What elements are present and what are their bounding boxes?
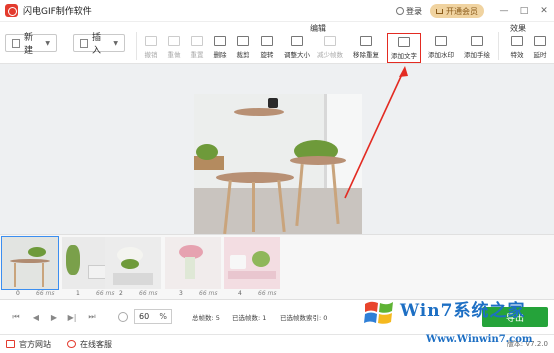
frame-thumb[interactable]: 4 66 ms [224, 237, 280, 299]
insert-icon [80, 38, 88, 48]
user-icon [396, 7, 404, 15]
group-label-edit: 编辑 [310, 24, 326, 33]
insert-button[interactable]: 插入 ▼ [73, 33, 125, 56]
zoom-icon[interactable] [118, 312, 128, 322]
rotate-button[interactable]: 旋转 [250, 36, 284, 62]
site-watermark: Win7系统之家 Www.Winwin7.com [360, 290, 554, 353]
frame-duration: 66 ms [258, 290, 277, 297]
toolbar: 新建 ▼ 插入 ▼ 编辑 效果 撤销 重做 重置 删除 裁剪 旋转 调整大小 减… [0, 22, 554, 64]
watermark-url: Www.Winwin7.com [426, 334, 533, 345]
frame-thumb-image [1, 236, 59, 290]
frame-thumb[interactable]: 0 66 ms [1, 236, 59, 299]
zoom-input[interactable]: 60 % [134, 309, 172, 324]
group-label-effects: 效果 [510, 24, 526, 33]
frame-thumb-image [224, 237, 280, 289]
support-label: 在线客服 [80, 339, 112, 349]
frame-index: 2 [119, 290, 123, 297]
frame-index: 4 [238, 290, 242, 297]
first-frame-icon[interactable]: ⏮ [10, 311, 22, 323]
chevron-down-icon: ▼ [45, 39, 50, 47]
watermark-icon [435, 36, 447, 46]
resize-icon [291, 36, 303, 46]
undo-icon [145, 36, 157, 46]
preview-mug [268, 98, 278, 108]
prev-frame-icon[interactable]: ◀ [30, 311, 42, 323]
vip-button[interactable]: 开通会员 [430, 4, 484, 18]
delete-icon [214, 36, 226, 46]
last-frame-icon[interactable]: ⏭ [86, 311, 98, 323]
add-handwriting-button[interactable]: 添加手绘 [460, 36, 494, 62]
reduce-frames-button[interactable]: 减少帧数 [313, 36, 347, 62]
preview-table-top-right [290, 156, 346, 165]
add-text-button[interactable]: 添加文字 [387, 33, 421, 63]
frame-thumb-image [165, 237, 221, 289]
crop-icon [237, 36, 249, 46]
selected-index: 已选帧数索引: 0 [280, 314, 328, 322]
crown-icon [436, 8, 443, 14]
new-button[interactable]: 新建 ▼ [5, 33, 57, 56]
editor-canvas [0, 64, 554, 234]
preview-plant [196, 144, 218, 160]
text-icon [398, 37, 410, 47]
person-icon [67, 340, 76, 348]
frame-duration: 66 ms [139, 290, 158, 297]
support-link[interactable]: 在线客服 [67, 339, 112, 350]
frame-index: 0 [16, 290, 20, 297]
monitor-icon [6, 340, 15, 348]
zoom-unit: % [159, 312, 167, 321]
title-bar: 闪电GIF制作软件 登录 开通会员 — □ ✕ [0, 0, 554, 22]
clock-icon [534, 36, 546, 46]
total-frames: 总帧数: 5 [192, 314, 220, 322]
frame-thumb-image [105, 237, 161, 289]
toolbar-divider [498, 32, 499, 60]
effects-icon [511, 36, 523, 46]
frame-index: 1 [76, 290, 80, 297]
rotate-icon [261, 36, 273, 46]
title-bar-right: 登录 开通会员 — □ ✕ [396, 0, 554, 22]
new-file-icon [12, 38, 20, 48]
frame-duration: 66 ms [199, 290, 218, 297]
pen-icon [471, 36, 483, 46]
selected-frames: 已选帧数: 1 [232, 314, 267, 322]
reset-icon [191, 36, 203, 46]
insert-label: 插入 [91, 33, 101, 56]
delay-button[interactable]: 延时 [523, 36, 554, 62]
app-logo-icon [5, 4, 18, 17]
preview-table-top-high [234, 108, 284, 116]
watermark-brand: Win7系统之家 [400, 301, 526, 321]
chevron-down-icon: ▼ [113, 39, 118, 47]
new-label: 新建 [23, 33, 33, 56]
login-label: 登录 [406, 6, 422, 16]
frame-preview[interactable] [194, 94, 362, 234]
reduce-frames-icon [324, 36, 336, 46]
login-button[interactable]: 登录 [396, 6, 422, 17]
frame-thumb[interactable]: 2 66 ms [105, 237, 161, 299]
minimize-icon[interactable]: — [494, 0, 514, 22]
app-title: 闪电GIF制作软件 [23, 7, 92, 17]
vip-label: 开通会员 [446, 6, 478, 16]
close-icon[interactable]: ✕ [534, 0, 554, 22]
frame-index: 3 [179, 290, 183, 297]
preview-table-leg [252, 182, 255, 232]
windows-logo-icon [364, 301, 393, 324]
frame-thumb[interactable]: 3 66 ms [165, 237, 221, 299]
website-label: 官方网站 [19, 339, 51, 349]
frame-duration: 66 ms [36, 290, 55, 297]
maximize-icon[interactable]: □ [514, 0, 534, 22]
remove-duplicates-icon [360, 36, 372, 46]
zoom-value: 60 [139, 312, 150, 321]
remove-duplicates-button[interactable]: 移除重复 [349, 36, 383, 62]
play-icon[interactable]: ▶ [48, 311, 60, 323]
resize-button[interactable]: 调整大小 [280, 36, 314, 62]
add-watermark-button[interactable]: 添加水印 [424, 36, 458, 62]
website-link[interactable]: 官方网站 [6, 339, 51, 350]
next-frame-icon[interactable]: ▶| [66, 311, 78, 323]
redo-icon [168, 36, 180, 46]
